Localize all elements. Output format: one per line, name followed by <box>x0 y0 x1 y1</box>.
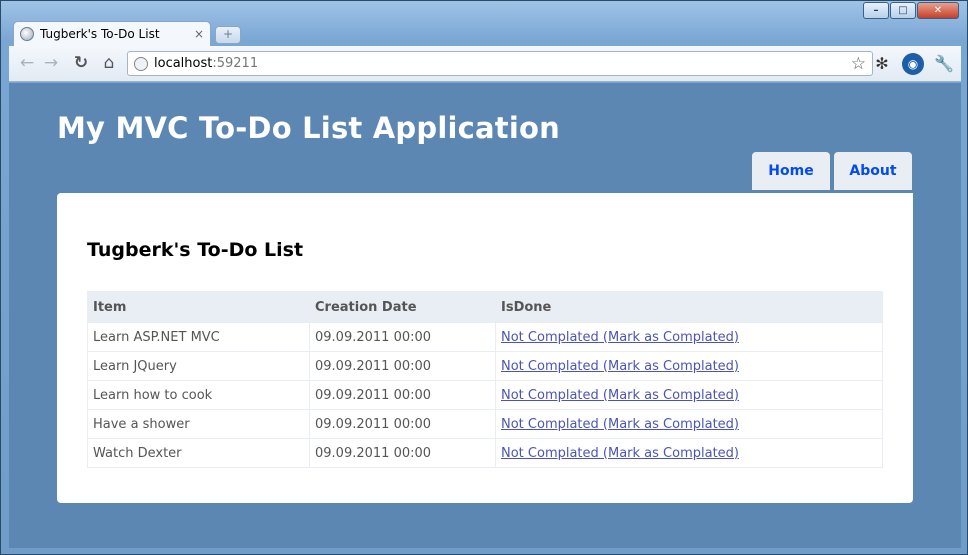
back-arrow-icon[interactable]: ← <box>17 53 37 73</box>
page-heading: Tugberk's To-Do List <box>87 239 304 261</box>
status-cell: Not Complated (Mark as Complated) <box>495 409 883 439</box>
window-controls: – □ ✕ <box>863 2 959 19</box>
reload-icon[interactable]: ↻ <box>71 53 91 73</box>
site-title: My MVC To-Do List Application <box>57 111 560 145</box>
column-header-isdone: IsDone <box>495 291 883 323</box>
menu-home-link[interactable]: Home <box>752 152 830 190</box>
bug-icon[interactable]: ✻ <box>871 53 893 75</box>
status-cell: Not Complated (Mark as Complated) <box>495 438 883 468</box>
page-viewport: My MVC To-Do List Application Home About… <box>9 83 961 548</box>
date-cell: 09.09.2011 00:00 <box>309 380 496 410</box>
browser-tab[interactable]: Tugberk's To-Do List × <box>13 21 211 46</box>
date-cell: 09.09.2011 00:00 <box>309 438 496 468</box>
main-menu: Home About <box>752 152 912 190</box>
maximize-button[interactable]: □ <box>890 2 916 19</box>
table-row: Learn JQuery 09.09.2011 00:00 Not Compla… <box>87 351 883 381</box>
browser-window: – □ ✕ Tugberk's To-Do List × + ← → ↻ ⌂ l… <box>0 0 968 555</box>
mark-complete-link[interactable]: Not Complated (Mark as Complated) <box>501 359 739 374</box>
main-content: Tugberk's To-Do List Item Creation Date … <box>57 193 913 503</box>
status-cell: Not Complated (Mark as Complated) <box>495 322 883 352</box>
status-cell: Not Complated (Mark as Complated) <box>495 380 883 410</box>
table-header-row: Item Creation Date IsDone <box>87 291 883 323</box>
table-row: Have a shower 09.09.2011 00:00 Not Compl… <box>87 409 883 439</box>
star-icon[interactable]: ☆ <box>851 54 866 74</box>
table-row: Watch Dexter 09.09.2011 00:00 Not Compla… <box>87 438 883 468</box>
date-cell: 09.09.2011 00:00 <box>309 351 496 381</box>
address-host: localhost <box>154 56 213 71</box>
date-cell: 09.09.2011 00:00 <box>309 322 496 352</box>
mark-complete-link[interactable]: Not Complated (Mark as Complated) <box>501 417 739 432</box>
item-cell: Watch Dexter <box>87 438 310 468</box>
mark-complete-link[interactable]: Not Complated (Mark as Complated) <box>501 446 739 461</box>
date-cell: 09.09.2011 00:00 <box>309 409 496 439</box>
column-header-item: Item <box>87 291 310 323</box>
mark-complete-link[interactable]: Not Complated (Mark as Complated) <box>501 330 739 345</box>
status-cell: Not Complated (Mark as Complated) <box>495 351 883 381</box>
todo-table: Item Creation Date IsDone Learn ASP.NET … <box>87 291 883 468</box>
forward-arrow-icon[interactable]: → <box>41 53 61 73</box>
column-header-date: Creation Date <box>309 291 496 323</box>
home-icon[interactable]: ⌂ <box>99 53 119 73</box>
tab-title: Tugberk's To-Do List <box>40 27 160 41</box>
minimize-button[interactable]: – <box>863 2 889 19</box>
page-icon <box>134 56 148 71</box>
table-row: Learn how to cook 09.09.2011 00:00 Not C… <box>87 380 883 410</box>
wrench-icon[interactable]: 🔧 <box>933 53 955 75</box>
globe-icon <box>20 27 34 41</box>
mark-complete-link[interactable]: Not Complated (Mark as Complated) <box>501 388 739 403</box>
item-cell: Learn how to cook <box>87 380 310 410</box>
item-cell: Have a shower <box>87 409 310 439</box>
table-row: Learn ASP.NET MVC 09.09.2011 00:00 Not C… <box>87 322 883 352</box>
address-port: :59211 <box>212 56 259 71</box>
item-cell: Learn JQuery <box>87 351 310 381</box>
browser-toolbar: ← → ↻ ⌂ localhost :59211 ☆ ✻ ◉ 🔧 <box>9 46 961 82</box>
item-cell: Learn ASP.NET MVC <box>87 322 310 352</box>
address-bar[interactable]: localhost :59211 ☆ <box>127 51 873 76</box>
close-window-button[interactable]: ✕ <box>917 2 959 19</box>
close-tab-icon[interactable]: × <box>194 27 204 41</box>
eye-icon[interactable]: ◉ <box>902 53 924 75</box>
new-tab-button[interactable]: + <box>215 26 241 44</box>
menu-about-link[interactable]: About <box>834 152 912 190</box>
